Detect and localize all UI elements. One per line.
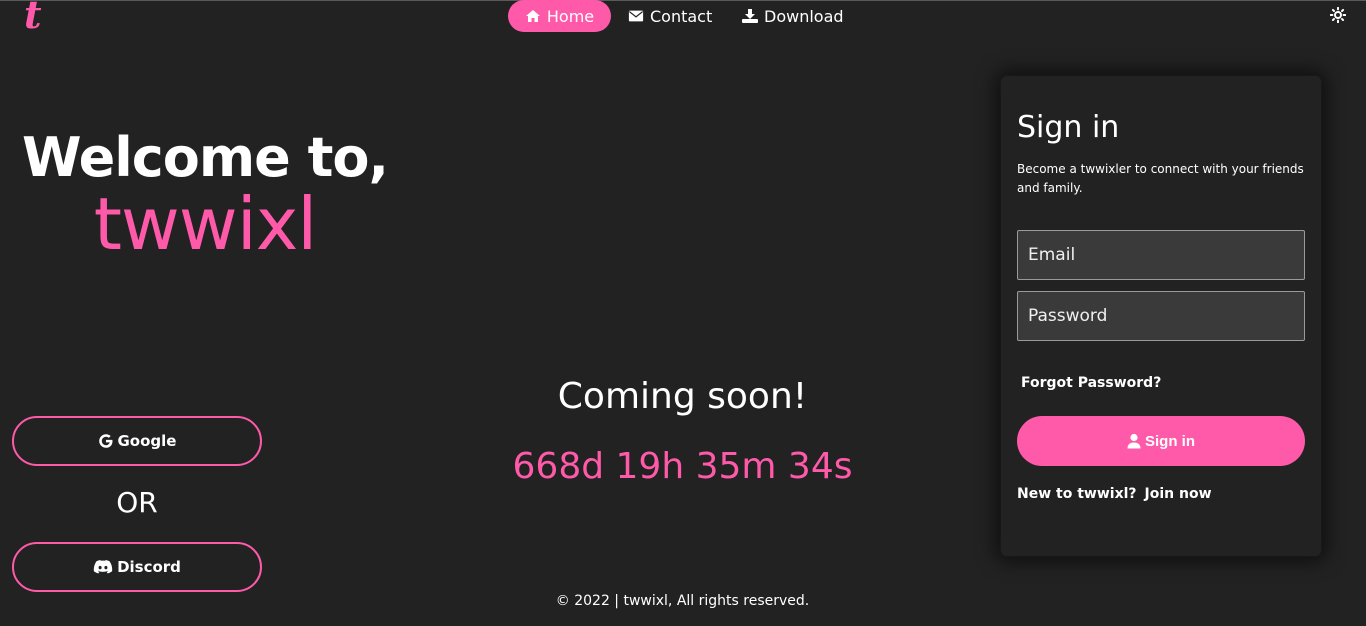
nav-download[interactable]: Download bbox=[742, 0, 844, 32]
join-now-link[interactable]: Join now bbox=[1145, 486, 1212, 502]
google-icon bbox=[98, 434, 112, 448]
nav-home[interactable]: Home bbox=[508, 0, 611, 32]
forgot-password-link[interactable]: Forgot Password? bbox=[1021, 375, 1161, 391]
welcome-heading: Welcome to, bbox=[22, 126, 389, 189]
coming-soon-heading: Coming soon! bbox=[557, 376, 808, 417]
google-label: Google bbox=[117, 432, 177, 450]
google-signin-button[interactable]: Google bbox=[12, 416, 262, 466]
nav-download-label: Download bbox=[764, 6, 844, 26]
download-icon bbox=[742, 9, 758, 23]
signin-subtitle: Become a twwixler to connect with your f… bbox=[1017, 162, 1304, 195]
email-field[interactable] bbox=[1017, 230, 1305, 280]
home-icon bbox=[525, 10, 540, 22]
hero: Welcome to, twwixl bbox=[0, 128, 410, 263]
discord-label: Discord bbox=[117, 558, 181, 576]
discord-icon bbox=[93, 560, 113, 574]
signin-button[interactable]: Sign in bbox=[1017, 416, 1305, 466]
brand-name: twwixl bbox=[93, 182, 318, 267]
theme-toggle-button[interactable] bbox=[1329, 6, 1347, 24]
nav-home-label: Home bbox=[546, 6, 595, 26]
or-divider: OR bbox=[116, 486, 158, 519]
nav-contact[interactable]: Contact bbox=[628, 0, 712, 32]
user-icon bbox=[1127, 433, 1141, 449]
signin-button-label: Sign in bbox=[1145, 432, 1195, 450]
join-row: New to twwixl? Join now bbox=[1017, 486, 1212, 502]
envelope-icon bbox=[628, 10, 644, 22]
signin-card: Sign in Become a twwixler to connect wit… bbox=[1001, 76, 1321, 556]
sun-icon bbox=[1329, 6, 1347, 24]
footer-copyright: © 2022 | twwixl, All rights reserved. bbox=[555, 593, 810, 609]
signin-title: Sign in bbox=[1017, 110, 1120, 145]
top-nav: Home Contact Download bbox=[0, 0, 1366, 32]
password-field[interactable] bbox=[1017, 291, 1305, 341]
countdown-timer: 668d 19h 35m 34s bbox=[512, 446, 853, 487]
nav-contact-label: Contact bbox=[650, 6, 713, 26]
discord-signin-button[interactable]: Discord bbox=[12, 542, 262, 592]
new-user-text: New to twwixl? bbox=[1017, 486, 1137, 502]
